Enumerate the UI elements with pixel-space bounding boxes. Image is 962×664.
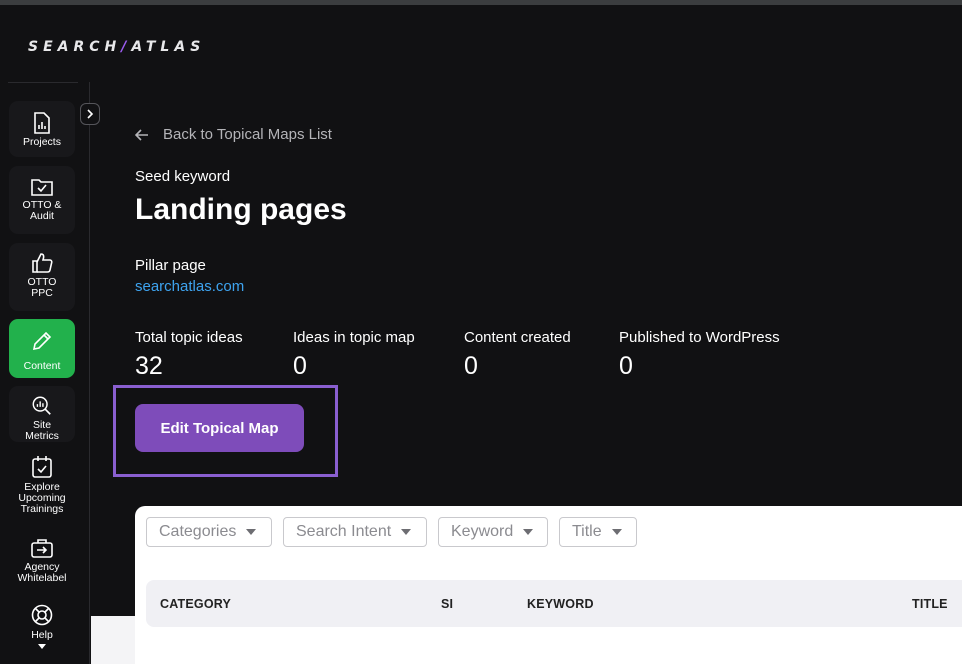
sidebar-item-label: Projects [23,137,61,148]
pillar-page-link[interactable]: searchatlas.com [135,278,244,295]
filter-label: Categories [159,523,236,541]
filter-label: Title [572,523,602,541]
sidebar-item-label-2: Whitelabel [17,573,66,584]
stat-value: 0 [619,352,780,381]
filter-label: Search Intent [296,523,391,541]
stat-value: 0 [464,352,571,381]
page-title: Landing pages [135,193,347,227]
back-to-list-link[interactable]: Back to Topical Maps List [135,126,332,143]
back-link-label: Back to Topical Maps List [163,126,332,143]
caret-down-icon [523,529,533,535]
caret-down-icon [246,529,256,535]
sidebar-item-otto-ppc[interactable]: OTTO PPC [9,243,75,311]
stat-label: Published to WordPress [619,329,780,346]
column-header-title[interactable]: TITLE [912,597,948,611]
search-chart-icon [30,395,54,417]
sidebar-item-site-metrics[interactable]: Site Metrics [9,386,75,442]
document-chart-icon [33,112,51,134]
pencil-icon [31,330,53,352]
window-top-bar [0,0,962,5]
categories-filter[interactable]: Categories [146,517,272,547]
calendar-check-icon [31,455,53,479]
sidebar-item-label-2: Audit [30,211,54,222]
caret-down-icon [401,529,411,535]
stat-ideas-in-topic-map: Ideas in topic map 0 [293,329,415,381]
stat-value: 0 [293,352,415,381]
seed-keyword-label: Seed keyword [135,168,230,185]
stat-value: 32 [135,352,243,381]
briefcase-icon [30,537,54,559]
sidebar-item-explore-trainings[interactable]: Explore Upcoming Trainings [9,455,75,519]
lifebuoy-icon [30,603,54,627]
stat-content-created: Content created 0 [464,329,571,381]
sidebar-item-help[interactable]: Help [9,603,75,659]
stat-published-to-wordpress: Published to WordPress 0 [619,329,780,381]
folder-check-icon [30,177,54,197]
column-header-category[interactable]: CATEGORY [160,597,231,611]
caret-down-icon [612,529,622,535]
sidebar-item-label: Help [31,630,53,641]
stat-total-topic-ideas: Total topic ideas 32 [135,329,243,381]
search-intent-filter[interactable]: Search Intent [283,517,427,547]
sidebar-item-agency-whitelabel[interactable]: Agency Whitelabel [9,537,75,587]
keyword-filter[interactable]: Keyword [438,517,548,547]
sidebar-item-label: Content [24,361,61,372]
pillar-page-label: Pillar page [135,257,206,274]
caret-down-icon [38,644,46,650]
filter-label: Keyword [451,523,513,541]
sidebar-item-content[interactable]: Content [9,319,75,378]
chevron-right-icon [86,109,94,119]
edit-topical-map-button[interactable]: Edit Topical Map [135,404,304,452]
sidebar-item-otto-audit[interactable]: OTTO & Audit [9,166,75,234]
stat-label: Total topic ideas [135,329,243,346]
title-filter[interactable]: Title [559,517,637,547]
thumbs-up-icon [30,252,54,274]
column-header-keyword[interactable]: KEYWORD [527,597,594,611]
sidebar-item-label-2: Metrics [25,431,59,442]
stat-label: Content created [464,329,571,346]
page-footer-area [91,616,135,664]
search-atlas-logo[interactable]: SEARCH/ATLAS [28,39,205,55]
sidebar-item-label-3: Trainings [21,504,64,515]
sidebar-item-label-2: PPC [31,288,53,299]
stat-label: Ideas in topic map [293,329,415,346]
sidebar-item-projects[interactable]: Projects [9,101,75,157]
column-header-si[interactable]: SI [441,597,453,611]
arrow-left-icon [135,129,149,141]
sidebar-collapse-button[interactable] [80,103,100,125]
